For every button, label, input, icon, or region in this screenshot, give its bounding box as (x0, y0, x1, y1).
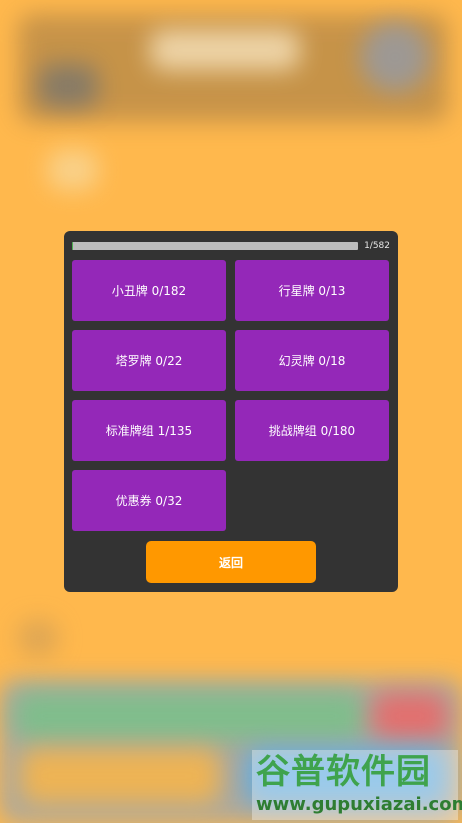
watermark-url: www.gupuxiazai.com (256, 794, 462, 815)
blurred-small-icon (48, 150, 98, 190)
blurred-side-icon (18, 620, 58, 656)
blurred-left-icon (38, 64, 98, 108)
site-watermark: 谷普软件园 www.gupuxiazai.com (252, 750, 462, 820)
blurred-title-area (150, 30, 300, 70)
watermark-title: 谷普软件园 (256, 752, 431, 792)
joker-cards-button[interactable]: 小丑牌 0/182 (72, 260, 226, 321)
spectral-cards-button[interactable]: 幻灵牌 0/18 (235, 330, 389, 391)
standard-decks-button[interactable]: 标准牌组 1/135 (72, 400, 226, 461)
blurred-orange-button (20, 748, 220, 804)
blurred-avatar (360, 22, 430, 92)
vouchers-button[interactable]: 优惠券 0/32 (72, 470, 226, 531)
back-button[interactable]: 返回 (146, 541, 316, 583)
collection-dialog: 1/582 小丑牌 0/182 行星牌 0/13 塔罗牌 0/22 幻灵牌 0/… (64, 231, 398, 592)
planet-cards-button[interactable]: 行星牌 0/13 (235, 260, 389, 321)
progress-count: 1/582 (364, 241, 390, 251)
blurred-green-button (14, 692, 364, 740)
blurred-red-button (372, 692, 448, 740)
progress-bar (72, 242, 358, 250)
collection-progress: 1/582 (72, 240, 390, 252)
challenge-decks-button[interactable]: 挑战牌组 0/180 (235, 400, 389, 461)
tarot-cards-button[interactable]: 塔罗牌 0/22 (72, 330, 226, 391)
